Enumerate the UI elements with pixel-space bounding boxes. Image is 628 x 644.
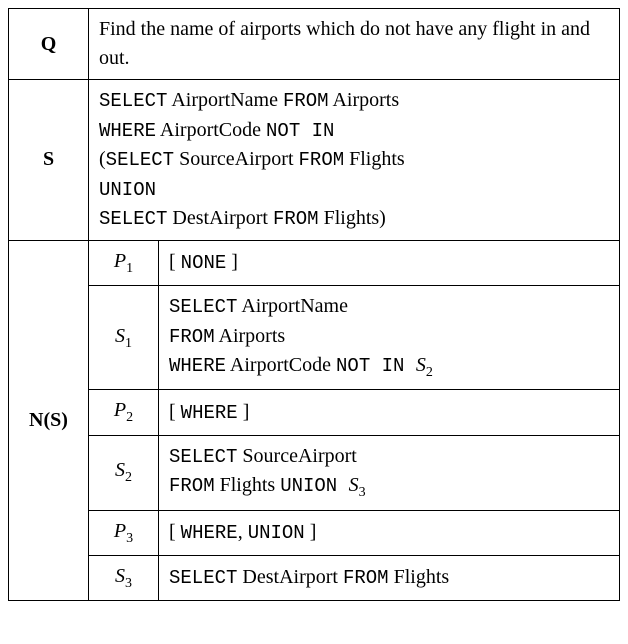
table-row: S SELECT AirportName FROM Airports WHERE…: [9, 80, 620, 241]
p2-content: [ WHERE ]: [159, 390, 620, 435]
table-row: S2 SELECT SourceAirport FROM Flights UNI…: [9, 435, 620, 510]
example-table: Q Find the name of airports which do not…: [8, 8, 620, 601]
s2-content: SELECT SourceAirport FROM Flights UNION …: [159, 435, 620, 510]
sublabel-p2: P2: [89, 390, 159, 435]
table-row: S1 SELECT AirportName FROM Airports WHER…: [9, 286, 620, 390]
table-row: Q Find the name of airports which do not…: [9, 9, 620, 80]
table-row: N(S) P1 [ NONE ]: [9, 240, 620, 285]
sublabel-p3: P3: [89, 510, 159, 555]
p3-content: [ WHERE, UNION ]: [159, 510, 620, 555]
table-row: P3 [ WHERE, UNION ]: [9, 510, 620, 555]
sublabel-s2: S2: [89, 435, 159, 510]
sublabel-s3: S3: [89, 555, 159, 600]
p1-content: [ NONE ]: [159, 240, 620, 285]
sublabel-s1: S1: [89, 286, 159, 390]
q-content: Find the name of airports which do not h…: [89, 9, 620, 80]
table-row: P2 [ WHERE ]: [9, 390, 620, 435]
row-label-s: S: [9, 80, 89, 241]
row-label-q: Q: [9, 9, 89, 80]
s1-content: SELECT AirportName FROM Airports WHERE A…: [159, 286, 620, 390]
sublabel-p1: P1: [89, 240, 159, 285]
s-content: SELECT AirportName FROM Airports WHERE A…: [89, 80, 620, 241]
s3-content: SELECT DestAirport FROM Flights: [159, 555, 620, 600]
table-row: S3 SELECT DestAirport FROM Flights: [9, 555, 620, 600]
row-label-ns: N(S): [9, 240, 89, 600]
